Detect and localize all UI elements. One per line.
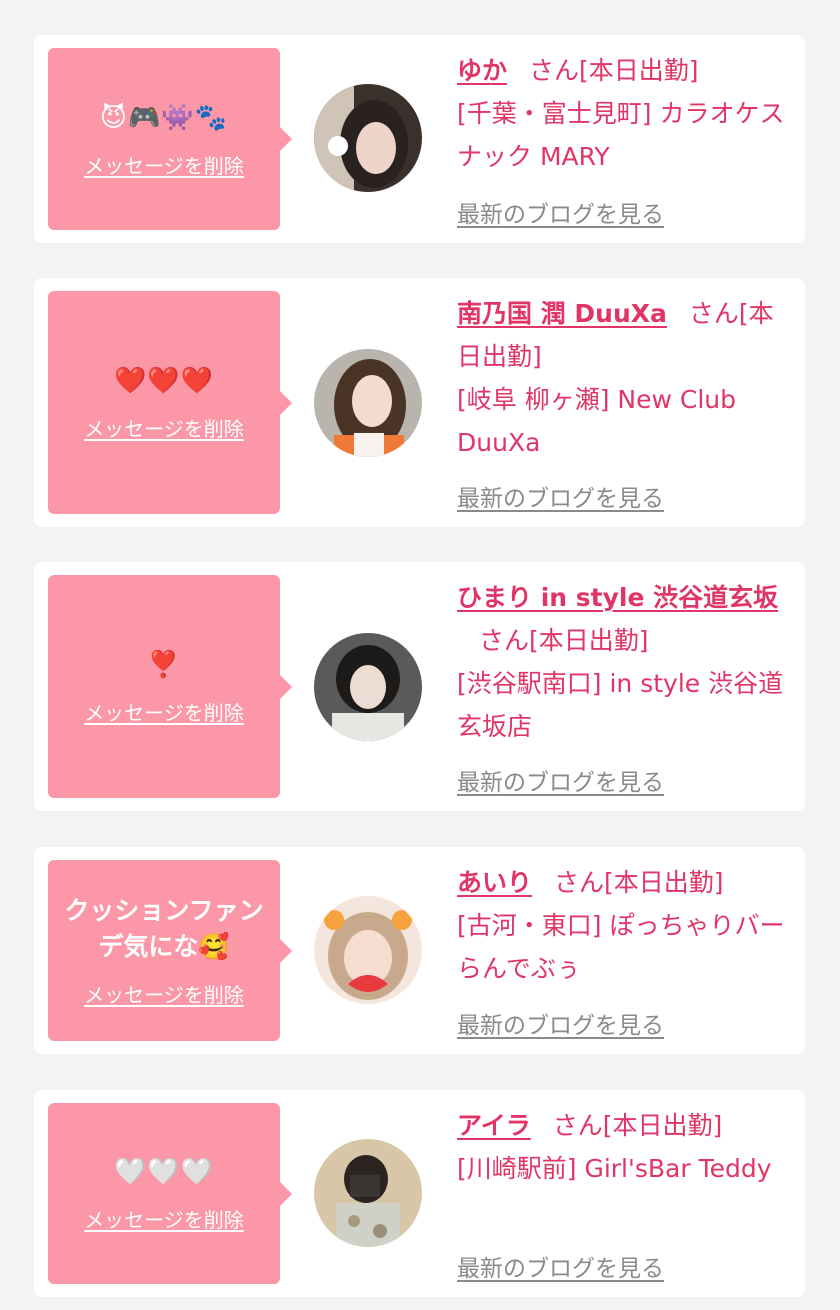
message-card: クッションファンデ気にな🥰 メッセージを削除 あいり さん[本日出勤] [古河・東… bbox=[34, 847, 805, 1054]
avatar[interactable] bbox=[314, 1139, 422, 1247]
message-bubble: 😈🎮👾🐾 メッセージを削除 bbox=[48, 48, 292, 230]
cast-status: さん[本日出勤] bbox=[554, 868, 724, 897]
latest-blog-link[interactable]: 最新のブログを見る bbox=[457, 1006, 664, 1040]
cast-status: さん[本日出勤] bbox=[479, 626, 649, 655]
message-card: ❤️❤️❤️ メッセージを削除 南乃国 潤 DuuXa さん[本日出勤] [岐阜 … bbox=[34, 278, 805, 527]
shop-info: [川崎駅前] Girl'sBar Teddy bbox=[457, 1154, 772, 1183]
shop-info: [千葉・富士見町] カラオケスナック MARY bbox=[457, 99, 785, 171]
shop-info: [古河・東口] ぽっちゃりバー らんでぶぅ bbox=[457, 911, 785, 983]
message-text: ❣️ bbox=[147, 650, 181, 680]
avatar[interactable] bbox=[314, 349, 422, 457]
message-card: 🤍🤍🤍 メッセージを削除 アイラ さん[本日出勤] [川崎駅前] Girl'sBa… bbox=[34, 1090, 805, 1297]
message-text: 😈🎮👾🐾 bbox=[99, 102, 229, 133]
message-bubble: ❤️❤️❤️ メッセージを削除 bbox=[48, 291, 292, 514]
avatar[interactable] bbox=[314, 633, 422, 741]
cast-name-link[interactable]: 南乃国 潤 DuuXa bbox=[457, 299, 667, 328]
message-card: ❣️ メッセージを削除 ひまり in style 渋谷道玄坂さん[本日出勤] [… bbox=[34, 562, 805, 811]
delete-message-link[interactable]: メッセージを削除 bbox=[84, 150, 244, 179]
shop-info: [渋谷駅南口] in style 渋谷道玄坂店 bbox=[457, 669, 784, 741]
message-text: クッションファンデ気にな🥰 bbox=[64, 896, 264, 961]
message-card: 😈🎮👾🐾 メッセージを削除 ゆか さん[本日出勤] [千葉・富士見町] カラオケス… bbox=[34, 35, 805, 243]
latest-blog-link[interactable]: 最新のブログを見る bbox=[457, 1249, 664, 1283]
cast-name-link[interactable]: あいり bbox=[457, 868, 532, 897]
message-text: 🤍🤍🤍 bbox=[113, 1157, 215, 1187]
cast-info: あいり さん[本日出勤] [古河・東口] ぽっちゃりバー らんでぶぅ bbox=[457, 861, 792, 990]
cast-info: 南乃国 潤 DuuXa さん[本日出勤] [岐阜 柳ヶ瀬] New Club Du… bbox=[457, 292, 792, 464]
cast-name-link[interactable]: アイラ bbox=[457, 1111, 531, 1140]
latest-blog-link[interactable]: 最新のブログを見る bbox=[457, 479, 664, 513]
cast-info: ひまり in style 渋谷道玄坂さん[本日出勤] [渋谷駅南口] in st… bbox=[457, 576, 792, 748]
message-bubble: ❣️ メッセージを削除 bbox=[48, 575, 292, 798]
delete-message-link[interactable]: メッセージを削除 bbox=[84, 979, 244, 1008]
cast-status: さん[本日出勤] bbox=[529, 56, 699, 85]
latest-blog-link[interactable]: 最新のブログを見る bbox=[457, 195, 664, 229]
delete-message-link[interactable]: メッセージを削除 bbox=[84, 697, 244, 726]
cast-name-link[interactable]: ゆか bbox=[457, 56, 507, 85]
latest-blog-link[interactable]: 最新のブログを見る bbox=[457, 763, 664, 797]
cast-name-link[interactable]: ひまり in style 渋谷道玄坂 bbox=[457, 583, 778, 612]
cast-info: アイラ さん[本日出勤] [川崎駅前] Girl'sBar Teddy bbox=[457, 1104, 792, 1190]
message-bubble: クッションファンデ気にな🥰 メッセージを削除 bbox=[48, 860, 292, 1041]
delete-message-link[interactable]: メッセージを削除 bbox=[84, 413, 244, 442]
delete-message-link[interactable]: メッセージを削除 bbox=[84, 1204, 244, 1233]
cast-status: さん[本日出勤] bbox=[552, 1111, 723, 1140]
shop-info: [岐阜 柳ヶ瀬] New Club DuuXa bbox=[457, 385, 736, 457]
avatar[interactable] bbox=[314, 84, 422, 192]
cast-info: ゆか さん[本日出勤] [千葉・富士見町] カラオケスナック MARY bbox=[457, 49, 792, 178]
avatar[interactable] bbox=[314, 896, 422, 1004]
message-bubble: 🤍🤍🤍 メッセージを削除 bbox=[48, 1103, 292, 1284]
message-text: ❤️❤️❤️ bbox=[113, 366, 215, 396]
